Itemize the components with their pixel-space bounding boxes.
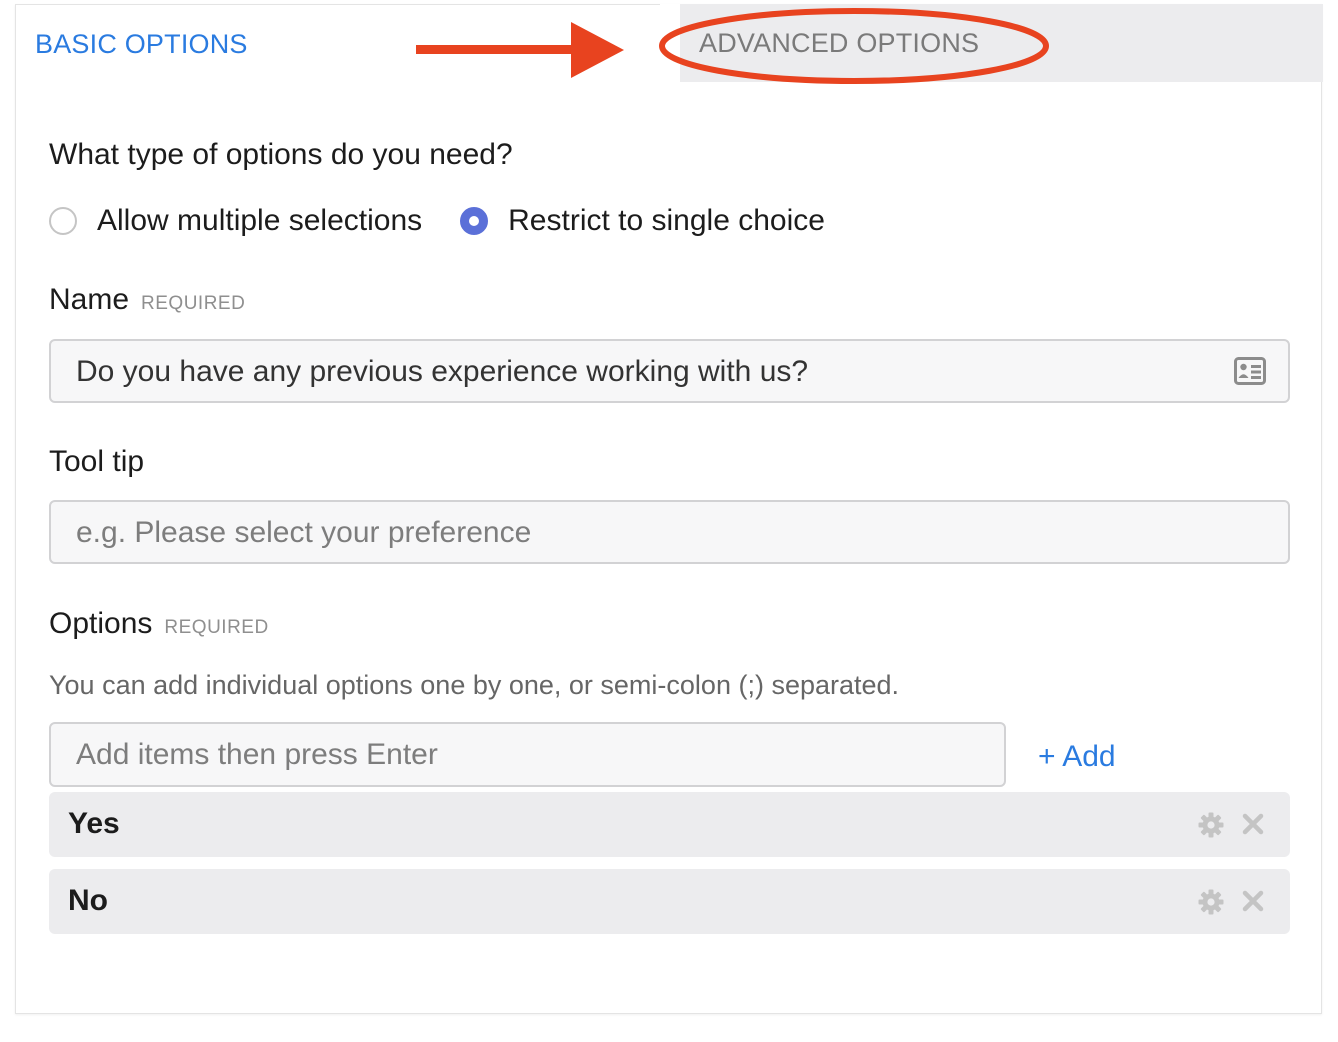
arrow-right-icon: [416, 22, 624, 78]
option-item-label: Yes: [68, 807, 120, 840]
radio-allow-multiple[interactable]: Allow multiple selections: [49, 204, 422, 238]
options-field-label: Options REQUIRED: [49, 607, 269, 641]
gear-icon[interactable]: [1198, 889, 1224, 915]
gear-icon[interactable]: [1198, 812, 1224, 838]
name-label-text: Name: [49, 283, 130, 316]
name-field-label: Name REQUIRED: [49, 283, 245, 317]
tooltip-label-text: Tool tip: [49, 445, 145, 478]
name-input-value: Do you have any previous experience work…: [76, 355, 809, 388]
tooltip-input[interactable]: e.g. Please select your preference: [49, 500, 1290, 564]
add-option-placeholder: Add items then press Enter: [76, 738, 438, 771]
radio-button-checked[interactable]: [460, 207, 489, 235]
radio-allow-multiple-label: Allow multiple selections: [97, 204, 423, 237]
options-label-text: Options: [49, 607, 153, 640]
close-icon[interactable]: [1242, 890, 1264, 912]
radio-single-choice[interactable]: Restrict to single choice: [460, 204, 825, 238]
tooltip-input-placeholder: e.g. Please select your preference: [76, 516, 532, 549]
option-item-label: No: [68, 884, 108, 917]
highlight-ellipse: [659, 8, 1049, 84]
add-option-input[interactable]: Add items then press Enter: [49, 722, 1006, 787]
tab-basic-options-label: BASIC OPTIONS: [35, 29, 248, 59]
contact-card-icon[interactable]: [1234, 357, 1266, 385]
tooltip-field-label: Tool tip: [49, 445, 144, 479]
radio-single-choice-label: Restrict to single choice: [508, 204, 825, 237]
options-hint: You can add individual options one by on…: [49, 670, 900, 700]
radio-button-unchecked[interactable]: [49, 207, 77, 235]
options-panel: BASIC OPTIONS ADVANCED OPTIONS What type…: [15, 4, 1323, 1014]
options-required-tag: REQUIRED: [164, 617, 269, 638]
name-input[interactable]: Do you have any previous experience work…: [49, 339, 1290, 403]
name-required-tag: REQUIRED: [141, 293, 246, 314]
add-option-button[interactable]: + Add: [1038, 740, 1116, 774]
option-item-yes[interactable]: Yes: [49, 792, 1290, 857]
options-type-radio-group: Allow multiple selections Restrict to si…: [49, 201, 863, 241]
option-item-no[interactable]: No: [49, 869, 1290, 934]
close-icon[interactable]: [1242, 813, 1264, 835]
options-type-question: What type of options do you need?: [49, 138, 513, 171]
